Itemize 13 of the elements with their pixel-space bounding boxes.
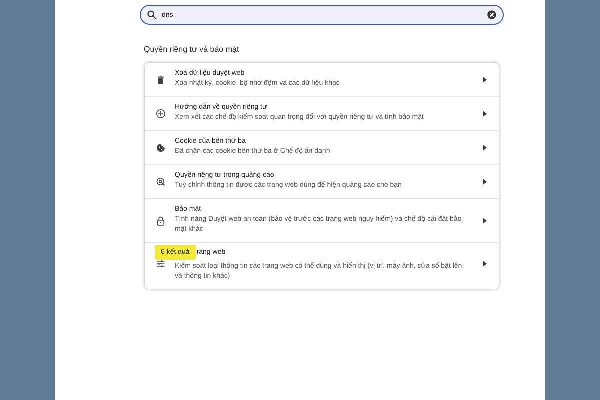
arrow-icon (482, 110, 487, 116)
arrow-icon (482, 178, 487, 184)
clear-icon[interactable] (487, 10, 497, 20)
arrow-icon (482, 218, 487, 224)
arrow-icon (482, 76, 487, 82)
cookie-icon (156, 142, 166, 152)
lock-icon (156, 216, 166, 226)
section-title: Quyền riêng tư và bảo mật (144, 45, 240, 54)
arrow-icon (482, 144, 487, 150)
arrow-icon (482, 260, 487, 266)
sliders-icon (156, 258, 166, 268)
search-icon (147, 10, 157, 20)
trash-icon (156, 74, 166, 84)
